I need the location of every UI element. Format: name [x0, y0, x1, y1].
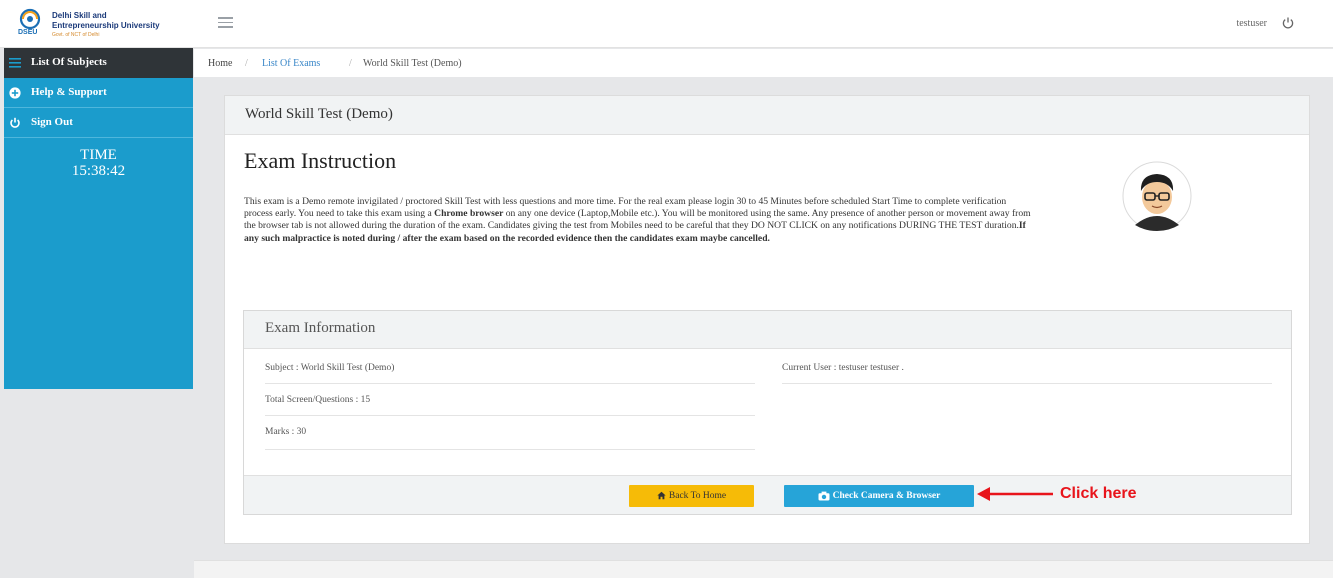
breadcrumb-current: World Skill Test (Demo) — [363, 58, 462, 69]
info-current-user: Current User : testuser testuser . — [782, 363, 904, 373]
power-icon[interactable] — [1281, 16, 1295, 30]
breadcrumb-home-link[interactable]: Home — [208, 58, 232, 69]
list-icon — [9, 58, 21, 68]
page-title: Exam Instruction — [244, 148, 397, 173]
check-camera-browser-button[interactable]: Check Camera & Browser — [784, 485, 974, 507]
sidebar-item-label: List Of Subjects — [31, 56, 107, 68]
info-panel-title: Exam Information — [265, 320, 376, 336]
sidebar-item-sign-out[interactable]: Sign Out — [4, 108, 193, 138]
divider — [265, 415, 755, 416]
camera-icon — [818, 491, 830, 501]
current-user-name[interactable]: testuser — [1236, 18, 1267, 29]
annotation-arrow-icon — [977, 487, 1053, 501]
back-to-home-button[interactable]: Back To Home — [629, 485, 754, 507]
divider — [265, 449, 755, 450]
breadcrumb: Home / List Of Exams / World Skill Test … — [194, 49, 1333, 77]
info-panel-header: Exam Information — [244, 311, 1291, 349]
plus-circle-icon — [9, 87, 21, 99]
menu-toggle-icon[interactable] — [218, 17, 236, 31]
breadcrumb-separator: / — [245, 58, 248, 69]
breadcrumb-separator: / — [349, 58, 352, 69]
sidebar-item-label: Help & Support — [31, 86, 107, 98]
card-header: World Skill Test (Demo) — [225, 96, 1309, 135]
power-icon — [10, 117, 20, 128]
exam-card: World Skill Test (Demo) Exam Instruction… — [224, 95, 1310, 544]
exam-instruction-text: This exam is a Demo remote invigilated /… — [244, 196, 1031, 244]
info-marks: Marks : 30 — [265, 427, 307, 437]
divider — [782, 383, 1272, 384]
breadcrumb-list-of-exams-link[interactable]: List Of Exams — [262, 58, 320, 69]
sidebar-item-list-of-subjects[interactable]: List Of Subjects — [4, 48, 193, 78]
page-footer-strip — [194, 560, 1333, 578]
exam-timer: TIME 15:38:42 — [4, 147, 193, 179]
logo-text-line2: Entrepreneurship University — [52, 21, 160, 30]
sidebar-item-help-support[interactable]: Help & Support — [4, 78, 193, 108]
home-icon — [657, 492, 666, 500]
logo-text-line3: Govt. of NCT of Delhi — [52, 32, 100, 38]
instruction-browser-note: Chrome browser — [434, 208, 504, 220]
divider — [265, 383, 755, 384]
timer-label: TIME — [80, 147, 117, 163]
click-here-annotation: Click here — [1060, 485, 1137, 502]
app-window: DSEU Delhi Skill and Entrepreneurship Un… — [0, 0, 1333, 578]
info-subject: Subject : World Skill Test (Demo) — [265, 363, 395, 373]
logo-text-line1: Delhi Skill and — [52, 11, 107, 20]
sidebar: List Of Subjects Help & Support Sign Out… — [4, 48, 193, 389]
card-title: World Skill Test (Demo) — [245, 106, 393, 122]
info-total-questions: Total Screen/Questions : 15 — [265, 395, 371, 405]
top-header: DSEU Delhi Skill and Entrepreneurship Un… — [0, 0, 1333, 48]
timer-value: 15:38:42 — [71, 163, 126, 179]
logo-abbr: DSEU — [18, 29, 38, 36]
sidebar-item-label: Sign Out — [31, 116, 73, 128]
proctor-avatar-icon — [1122, 161, 1192, 231]
dseu-logo[interactable]: DSEU Delhi Skill and Entrepreneurship Un… — [14, 7, 190, 41]
